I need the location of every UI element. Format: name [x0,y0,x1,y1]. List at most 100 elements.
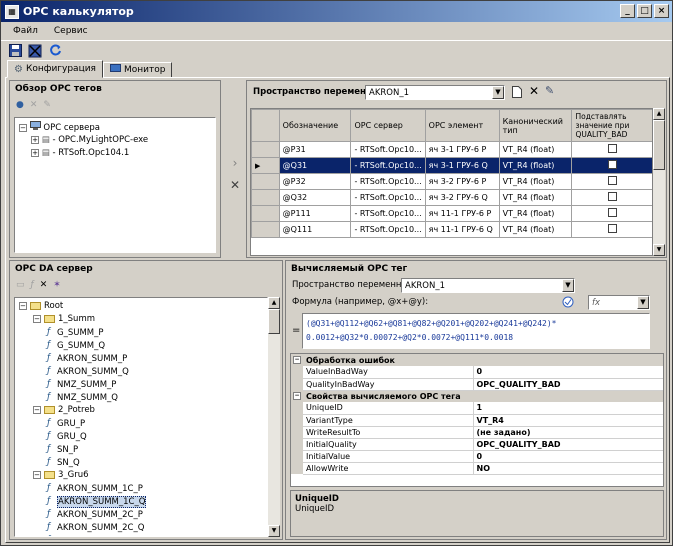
row-header[interactable] [251,173,280,190]
property-value[interactable]: 0 [472,366,663,379]
calc-namespace-select[interactable]: AKRON_1 ▼ [401,278,575,293]
da-tree-node[interactable]: − 1_Summ [15,313,267,326]
cell-type[interactable]: VT_R4 (float) [498,189,573,206]
cell-name[interactable]: @P32 [278,173,352,190]
cell-server[interactable]: - RTSoft.Opc10... [350,205,426,222]
collapse-icon[interactable]: − [19,301,27,310]
cell-type[interactable]: VT_R4 (float) [498,173,573,190]
cell-item[interactable]: яч 3-2 ГРУ-6 P [424,173,500,190]
formula-check-icon[interactable] [562,296,574,311]
da-tree-node[interactable]: − 3_Gru6 [15,469,267,482]
cell-quality[interactable] [571,141,652,158]
da-scrollbar[interactable]: ▲ ▼ [268,297,280,537]
table-row[interactable]: @P32- RTSoft.Opc10... яч 3-2 ГРУ-6 P VT_R4… [251,173,652,190]
scroll-down-icon[interactable]: ▼ [268,525,280,537]
da-tree-node[interactable]: ƒ AKRON_SUMM_P [15,352,267,365]
row-header[interactable] [251,205,280,222]
menu-service[interactable]: Сервис [46,26,96,36]
property-row[interactable]: InitialQuality OPC_QUALITY_BAD [291,438,663,451]
da-tree-node[interactable]: ƒ NMZ_SUMM_P [15,378,267,391]
da-tree-node[interactable]: ƒ AKRON_SUMM_2C_Q [15,521,267,534]
expand-icon[interactable]: + [31,135,39,144]
delete-namespace-icon[interactable]: ✕ [529,84,539,98]
opc-servers-tree[interactable]: − OPC сервера + ▤ - OPC.MyLightOPC-exe +… [14,117,216,253]
formula-icon[interactable]: ƒ [31,280,34,290]
property-row[interactable]: InitialValue 0 [291,450,663,463]
cell-item[interactable]: яч 3-1 ГРУ-6 Q [424,157,500,174]
delete-icon[interactable]: ✕ [40,280,48,290]
delete-icon[interactable]: ✕ [30,100,38,110]
table-row[interactable]: @P31- RTSoft.Opc10... яч 3-1 ГРУ-6 P VT_R4… [251,141,652,158]
da-tree-node[interactable]: − Root [15,300,267,313]
table-row[interactable]: @Q32- RTSoft.Opc10... яч 3-2 ГРУ-6 Q VT_R4… [251,189,652,206]
connect-icon[interactable]: ● [16,100,24,110]
row-header[interactable] [251,189,280,206]
expand-icon[interactable]: + [31,148,39,157]
chevron-down-icon[interactable]: ▼ [562,279,574,292]
bad-quality-checkbox[interactable] [608,160,618,169]
cell-server[interactable]: - RTSoft.Opc10... [350,221,426,238]
da-tree-node[interactable]: ƒ AKRON_SUMM_1C_Q [15,495,267,508]
da-tree-node[interactable]: ƒ NMZ_SUMM_Q [15,391,267,404]
cell-item[interactable]: яч 3-2 ГРУ-6 Q [424,189,500,206]
collapse-icon[interactable]: − [33,314,41,323]
cell-type[interactable]: VT_R4 (float) [498,141,573,158]
new-folder-icon[interactable]: ▭ [16,280,25,290]
property-category[interactable]: − Обработка ошибок [291,354,663,366]
close-button[interactable]: × [654,4,669,18]
col-header[interactable]: OPC сервер [350,109,426,142]
scroll-up-icon[interactable]: ▲ [268,297,280,309]
da-tree-node[interactable]: − 2_Potreb [15,404,267,417]
property-category[interactable]: − Свойства вычисляемого OPC тега [291,390,663,402]
da-tree-node[interactable]: ƒ AKRON_SUMM_1C_P [15,482,267,495]
vars-scrollbar[interactable]: ▲ ▼ [653,108,665,256]
table-row[interactable]: @Q111- RTSoft.Opc10... яч 11-1 ГРУ-6 Q VT_… [251,221,652,238]
cell-server[interactable]: - RTSoft.Opc10... [350,157,426,174]
cell-server[interactable]: - RTSoft.Opc10... [350,189,426,206]
da-tree-node[interactable]: ƒ GRU_P [15,417,267,430]
cell-type[interactable]: VT_R4 (float) [498,221,573,238]
table-row[interactable]: ▶ @Q31- RTSoft.Opc10... яч 3-1 ГРУ-6 Q VT_R… [251,157,652,174]
collapse-icon[interactable]: − [33,470,41,479]
bad-quality-checkbox[interactable] [608,208,618,217]
collapse-icon[interactable]: − [291,354,303,366]
menu-file[interactable]: Файл [5,26,46,36]
da-tree-node[interactable]: ƒ SN_Q [15,456,267,469]
cell-item[interactable]: яч 11-1 ГРУ-6 P [424,205,500,222]
row-header[interactable] [251,221,280,238]
scroll-thumb[interactable] [268,309,280,334]
scroll-down-icon[interactable]: ▼ [653,244,665,256]
add-variable-icon[interactable]: › [233,156,238,170]
property-grid[interactable]: − Обработка ошибок ValueInBadWay 0 Quality… [290,353,664,487]
edit-namespace-icon[interactable]: ✎ [545,84,554,97]
tab-monitor[interactable]: Монитор [102,62,173,78]
cell-quality[interactable] [571,205,652,222]
property-value[interactable]: (не задано) [472,426,663,439]
collapse-icon[interactable]: − [33,405,41,414]
col-header[interactable]: Обозначение [278,109,352,142]
chevron-down-icon[interactable]: ▼ [637,296,649,309]
remove-variable-icon[interactable]: ✕ [230,178,240,192]
tree-node-server[interactable]: + ▤ - OPC.MyLightOPC-exe [15,134,215,147]
bad-quality-checkbox[interactable] [608,224,618,233]
da-tree[interactable]: − Root −1_Summ ƒ G_SUMM_P ƒ G_SUMM_Q ƒ AKRON_SUM… [14,297,268,537]
property-row[interactable]: AllowWrite NO [291,462,663,475]
tree-node-root[interactable]: − OPC сервера [15,121,215,134]
row-header[interactable]: ▶ [251,157,280,174]
col-header[interactable]: OPC элемент [424,109,500,142]
cell-name[interactable]: @Q31 [278,157,352,174]
da-tree-node[interactable]: ƒ AKRON_SUMM_Q [15,365,267,378]
property-row[interactable]: ValueInBadWay 0 [291,366,663,379]
da-tree-node[interactable]: ƒ G_SUMM_Q [15,339,267,352]
property-value[interactable]: NO [472,462,663,475]
cell-type[interactable]: VT_R4 (float) [498,205,573,222]
cell-type[interactable]: VT_R4 (float) [498,157,573,174]
collapse-icon[interactable]: − [291,390,303,402]
da-tree-node[interactable]: ƒ AKRON_SUMM_2C_P [15,508,267,521]
tree-node-server[interactable]: + ▤ - RTSoft.Opc104.1 [15,147,215,160]
property-row[interactable]: VariantType VT_R4 [291,414,663,427]
scroll-up-icon[interactable]: ▲ [653,108,665,120]
da-tree-node[interactable]: ƒAKRON_SUMM_3C_P [15,534,267,536]
cell-quality[interactable] [571,221,652,238]
cell-name[interactable]: @Q32 [278,189,352,206]
